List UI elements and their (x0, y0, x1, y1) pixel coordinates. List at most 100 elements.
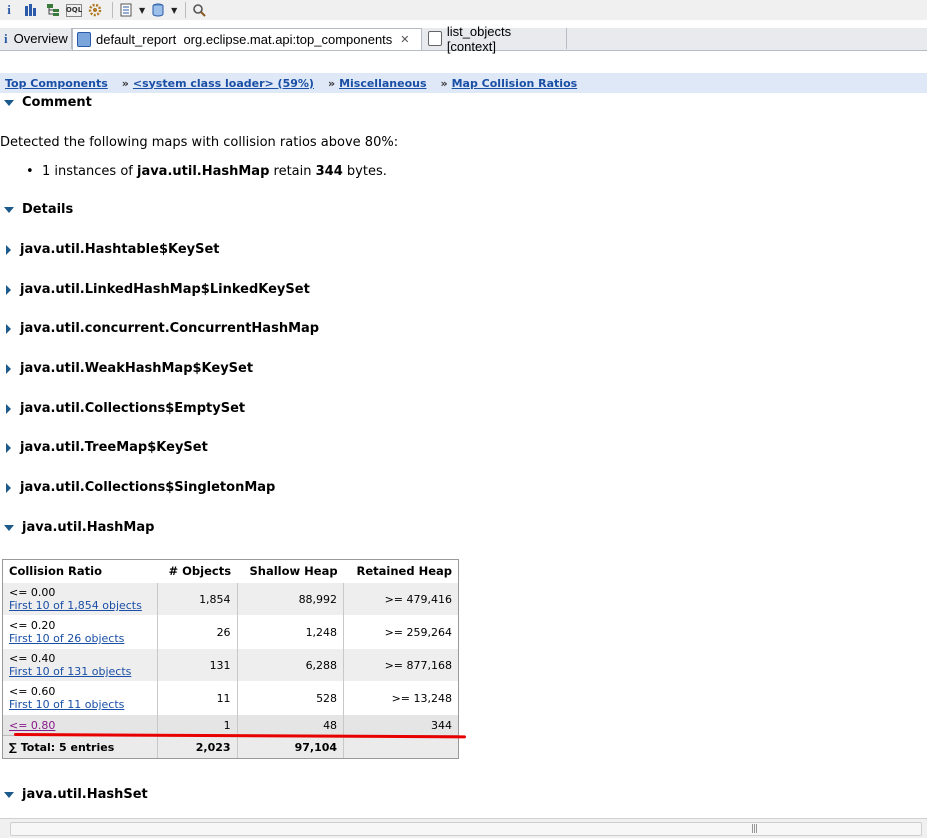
shallow-heap-cell: 88,992 (236, 582, 344, 616)
ratio-label: <= 0.00 (9, 586, 56, 599)
info-icon[interactable]: i (0, 1, 18, 19)
shallow-heap-cell: 6,288 (236, 648, 344, 682)
collapsed-section-toggle[interactable]: java.util.Collections$EmptySet (0, 401, 245, 416)
breadcrumb: Top Components » <system class loader> (… (0, 73, 927, 93)
bullet-text: 1 instances of (41, 164, 137, 179)
retained-heap-cell: >= 259,264 (343, 615, 458, 649)
column-header[interactable]: Retained Heap (344, 560, 458, 583)
total-retained-heap (343, 735, 458, 758)
retained-heap-cell: >= 877,168 (343, 648, 458, 682)
ratio-cell: <= 0.40 First 10 of 131 objects (3, 648, 158, 682)
collapsed-section-title: java.util.Collections$EmptySet (20, 401, 246, 416)
bullet-bytes: 344 (315, 164, 343, 179)
collapsed-section-title: java.util.WeakHashMap$KeySet (20, 361, 254, 376)
search-icon[interactable] (190, 1, 208, 19)
objects-link[interactable]: First 10 of 131 objects (9, 665, 131, 678)
expand-arrow-icon (4, 524, 14, 531)
table-row[interactable]: <= 0.20 First 10 of 26 objects 26 1,248 >… (3, 615, 458, 649)
collapsed-section-toggle[interactable]: java.util.concurrent.ConcurrentHashMap (0, 321, 319, 336)
collapse-arrow-icon (6, 403, 11, 414)
ratio-label: <= 0.40 (9, 652, 56, 665)
collapse-arrow-icon (6, 442, 11, 453)
breadcrumb-top-components[interactable]: Top Components (5, 77, 108, 90)
toolbar-separator (185, 2, 187, 18)
objects-link[interactable]: First 10 of 11 objects (9, 698, 124, 711)
collapsed-section-title: java.util.Hashtable$KeySet (20, 242, 220, 257)
table-row[interactable]: <= 0.40 First 10 of 131 objects 131 6,288… (3, 648, 458, 682)
ratio-cell: <= 0.00 First 10 of 1,854 objects (3, 582, 158, 616)
details-section-toggle[interactable]: Details (0, 202, 73, 217)
collapse-arrow-icon (6, 323, 11, 334)
shallow-heap-cell: 528 (236, 681, 344, 715)
comment-text: Detected the following maps with collisi… (0, 135, 399, 150)
hashset-heading: java.util.HashSet (22, 787, 148, 802)
tab-label: default_report org.eclipse.mat.api:top_c… (96, 32, 393, 47)
column-header[interactable]: Shallow Heap (237, 560, 344, 583)
breadcrumb-miscellaneous[interactable]: Miscellaneous (339, 77, 426, 90)
tab-label: list_objects [context] (446, 23, 512, 54)
collapse-arrow-icon (6, 363, 11, 374)
table-header-row: Collision Ratio # Objects Shallow Heap R… (3, 560, 458, 583)
report-dropdown-icon[interactable]: ▼ (139, 6, 145, 15)
dominator-tree-icon[interactable] (44, 1, 62, 19)
oql-icon[interactable]: OQL (66, 3, 82, 17)
objects-link[interactable]: First 10 of 26 objects (9, 632, 124, 645)
database-icon (77, 32, 91, 47)
bullet-class: java.util.HashMap (136, 164, 270, 179)
total-objects: 2,023 (157, 735, 238, 758)
ratio-label: <= 0.20 (9, 619, 56, 632)
table-row[interactable]: <= 0.00 First 10 of 1,854 objects 1,854 8… (3, 582, 458, 616)
gear-icon[interactable] (86, 1, 104, 19)
main-toolbar: i OQL ▼ ▼ (0, 0, 927, 20)
table-total-row: ∑ Total: 5 entries 2,023 97,104 (3, 735, 458, 758)
collapsed-section-toggle[interactable]: java.util.Collections$SingletonMap (0, 480, 275, 495)
tab-default-report[interactable]: default_report org.eclipse.mat.api:top_c… (72, 28, 422, 50)
breadcrumb-separator: » (440, 76, 448, 90)
breadcrumb-system-class-loader[interactable]: <system class loader> (59%) (133, 77, 314, 90)
shallow-heap-cell: 1,248 (236, 615, 344, 649)
retained-heap-cell: >= 479,416 (343, 582, 458, 616)
bullet-dot: • (26, 164, 42, 179)
bullet-text: retain (269, 164, 316, 179)
horizontal-scrollbar[interactable]: ||| (0, 818, 927, 838)
collapsed-section-toggle[interactable]: java.util.Hashtable$KeySet (0, 242, 220, 257)
tab-list-objects[interactable]: list_objects [context] (424, 24, 567, 54)
collapsed-section-title: java.util.TreeMap$KeySet (20, 440, 208, 455)
objects-cell: 11 (157, 681, 238, 715)
column-header[interactable]: # Objects (158, 560, 237, 583)
details-heading: Details (22, 202, 74, 217)
histogram-icon[interactable] (22, 1, 40, 19)
hashset-section-toggle[interactable]: java.util.HashSet (0, 787, 148, 802)
scrollbar-thumb[interactable]: ||| (10, 822, 922, 836)
collapse-arrow-icon (6, 244, 11, 255)
collapse-arrow-icon (6, 482, 11, 493)
collapsed-section-toggle[interactable]: java.util.TreeMap$KeySet (0, 440, 208, 455)
query-dropdown-icon[interactable]: ▼ (171, 6, 177, 15)
collapsed-section-toggle[interactable]: java.util.LinkedHashMap$LinkedKeySet (0, 282, 310, 297)
table-row[interactable]: <= 0.60 First 10 of 11 objects 11 528 >= … (3, 681, 458, 715)
ratio-cell: <= 0.60 First 10 of 11 objects (3, 681, 158, 715)
objects-cell: 1 (157, 714, 238, 736)
breadcrumb-map-collision-ratios[interactable]: Map Collision Ratios (452, 77, 578, 90)
breadcrumb-separator: » (121, 76, 129, 90)
objects-cell: 1,854 (157, 582, 238, 616)
shallow-heap-cell: 48 (236, 714, 344, 736)
comment-section-toggle[interactable]: Comment (0, 95, 92, 110)
tab-overview[interactable]: i Overview (0, 28, 72, 49)
database-icon[interactable] (149, 1, 167, 19)
objects-link[interactable]: First 10 of 1,854 objects (9, 599, 142, 612)
hashmap-section-toggle[interactable]: java.util.HashMap (0, 520, 154, 535)
expand-arrow-icon (4, 791, 14, 798)
objects-cell: 131 (157, 648, 238, 682)
retained-heap-cell: 344 (343, 714, 458, 736)
close-icon[interactable]: ✕ (400, 33, 409, 46)
report-icon[interactable] (117, 1, 135, 19)
column-header[interactable]: Collision Ratio (3, 560, 158, 583)
collision-ratio-table: Collision Ratio # Objects Shallow Heap R… (2, 559, 459, 759)
ratio-label: <= 0.60 (9, 685, 56, 698)
collapse-arrow-icon (6, 284, 11, 295)
hashmap-heading: java.util.HashMap (22, 520, 155, 535)
collapsed-section-toggle[interactable]: java.util.WeakHashMap$KeySet (0, 361, 253, 376)
collapsed-section-title: java.util.Collections$SingletonMap (20, 480, 276, 495)
ratio-link[interactable]: <= 0.80 (9, 719, 55, 732)
